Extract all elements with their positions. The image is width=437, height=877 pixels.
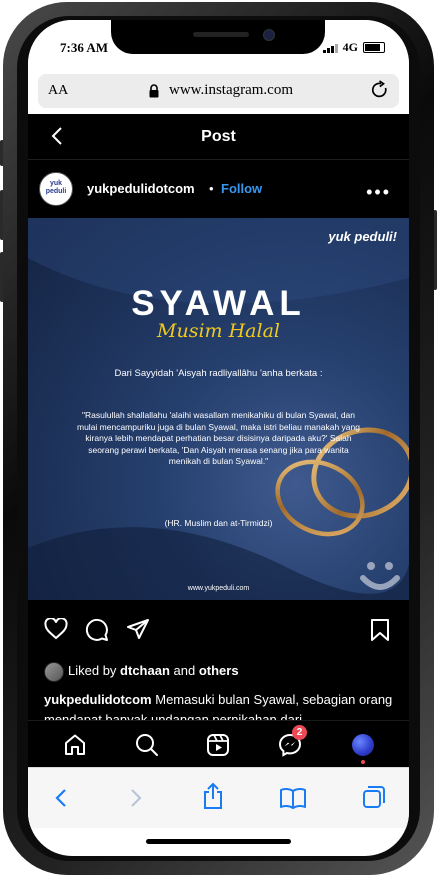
image-subtitle: Musim Halal — [157, 320, 280, 342]
comment-icon[interactable] — [85, 618, 109, 642]
battery-icon — [363, 42, 385, 53]
profile-notification-dot — [361, 760, 365, 764]
text-size-button[interactable]: AA — [48, 83, 68, 99]
safari-toolbar — [28, 767, 409, 828]
search-icon[interactable] — [135, 733, 159, 757]
liked-and: and — [173, 663, 196, 678]
post-actions-row — [28, 600, 409, 650]
phone-screen: 7:36 AM 4G AA www.instagram.com Post yuk… — [28, 20, 409, 856]
post-header-bar: Post — [28, 114, 409, 160]
post-image[interactable]: yuk peduli! SYAWAL Musim Halal Dari Sayy… — [28, 218, 409, 600]
brand-logo-text: yuk peduli! — [328, 229, 397, 244]
likes-text: Liked by dtchaan and others — [68, 663, 239, 678]
likes-summary[interactable]: Liked by dtchaan and others — [44, 662, 404, 682]
caption-username[interactable]: yukpedulidotcom — [44, 692, 152, 707]
author-username[interactable]: yukpedulidotcom — [87, 181, 195, 196]
instagram-bottom-nav: 2 — [28, 720, 409, 768]
image-hadith-text: "Rasulullah shallallahu 'alaihi wasallam… — [76, 410, 360, 466]
status-time: 7:36 AM — [60, 40, 109, 55]
browser-forward-icon[interactable] — [129, 788, 143, 808]
bookmarks-icon[interactable] — [279, 787, 307, 809]
author-avatar[interactable]: yuk peduli — [39, 172, 73, 206]
wedding-rings-graphic — [28, 218, 409, 600]
reels-icon[interactable] — [206, 733, 230, 757]
reload-icon[interactable] — [370, 80, 390, 100]
home-indicator[interactable] — [146, 839, 291, 844]
tabs-icon[interactable] — [362, 785, 386, 809]
address-bar[interactable]: AA www.instagram.com — [38, 74, 399, 108]
bookmark-icon[interactable] — [370, 618, 390, 642]
liked-others[interactable]: others — [199, 663, 239, 678]
smile-logo-icon — [360, 562, 400, 590]
profile-avatar[interactable] — [352, 734, 374, 756]
page-title: Post — [201, 128, 236, 145]
image-intro: Dari Sayyidah 'Aisyah radliyallâhu 'anha… — [114, 368, 323, 379]
more-options-icon[interactable]: ••• — [366, 182, 391, 203]
avatar-logo-text: yuk peduli — [45, 180, 67, 195]
liked-username[interactable]: dtchaan — [120, 663, 170, 678]
status-indicators: 4G — [322, 40, 385, 55]
url-text: www.instagram.com — [169, 82, 293, 98]
front-camera — [263, 29, 275, 41]
status-bar: 7:36 AM 4G — [28, 20, 409, 70]
instagram-page: Post yuk peduli yukpedulidotcom • Follow… — [28, 114, 409, 768]
post-caption: yukpedulidotcom Memasuki bulan Syawal, s… — [44, 690, 394, 720]
share-sheet-icon[interactable] — [202, 782, 224, 810]
image-title: SYAWAL — [131, 284, 306, 323]
lock-icon — [149, 84, 159, 98]
follow-button[interactable]: Follow — [221, 181, 262, 196]
share-icon[interactable] — [126, 618, 150, 640]
speaker — [193, 32, 249, 37]
message-count-badge: 2 — [292, 725, 307, 740]
liker-avatar — [44, 662, 64, 682]
liked-prefix: Liked by — [68, 663, 117, 678]
notch — [111, 20, 325, 54]
image-website: www.yukpeduli.com — [187, 585, 250, 592]
network-type: 4G — [342, 40, 358, 54]
separator-dot: • — [209, 181, 214, 196]
image-source: (HR. Muslim dan at-Tirmidzi) — [164, 518, 273, 528]
browser-address-area: AA www.instagram.com — [28, 70, 409, 114]
browser-back-icon[interactable] — [54, 788, 68, 808]
post-author-row: yuk peduli yukpedulidotcom • Follow ••• — [28, 160, 409, 218]
signal-icon — [322, 43, 338, 53]
heart-icon[interactable] — [44, 618, 68, 640]
home-icon[interactable] — [63, 733, 87, 757]
